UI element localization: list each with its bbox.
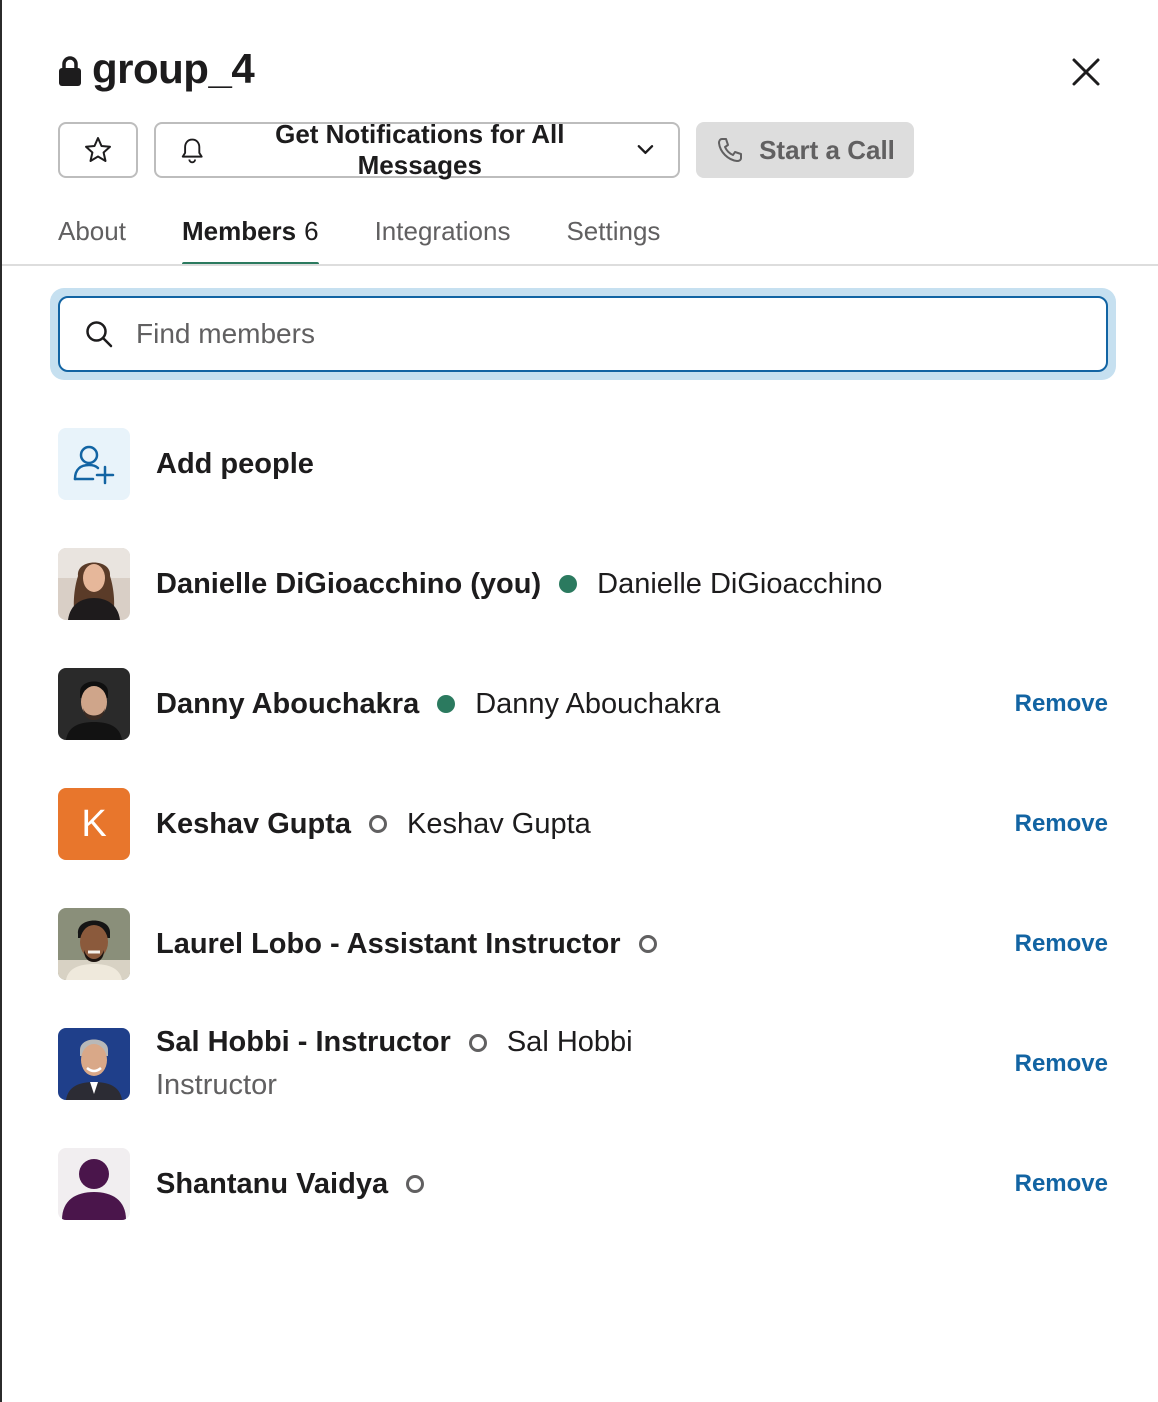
member-name: Shantanu Vaidya — [156, 1167, 389, 1200]
presence-away-icon — [406, 1175, 425, 1193]
member-row[interactable]: Laurel Lobo - Assistant Instructor Remov… — [58, 908, 1108, 980]
find-members-input[interactable] — [136, 318, 1036, 350]
channel-title: group_4 — [92, 45, 255, 92]
tab-about[interactable]: About — [58, 212, 126, 266]
avatar — [58, 1028, 130, 1100]
bell-icon — [181, 138, 203, 164]
add-people-row[interactable]: Add people — [58, 428, 1108, 500]
tab-integrations[interactable]: Integrations — [375, 212, 511, 266]
star-channel-button[interactable] — [58, 122, 138, 178]
remove-member-button[interactable]: Remove — [1015, 690, 1108, 718]
member-row[interactable]: Danielle DiGioacchino (you) Danielle DiG… — [58, 548, 1108, 620]
avatar — [58, 908, 130, 980]
member-name: Danielle DiGioacchino (you) — [156, 567, 542, 600]
member-display-name: Sal Hobbi — [506, 1026, 633, 1058]
remove-member-button[interactable]: Remove — [1015, 1050, 1108, 1078]
phone-icon — [718, 138, 743, 162]
avatar — [58, 668, 130, 740]
member-row[interactable]: K Keshav Gupta Keshav Gupta Remove — [58, 788, 1108, 860]
members-count: 6 — [304, 216, 319, 246]
channel-toolbar: Get Notifications for All Messages Start… — [58, 119, 914, 180]
start-call-button[interactable]: Start a Call — [696, 122, 914, 178]
channel-details-dialog: group_4 Get Notifications for All Messag… — [2, 0, 1158, 1402]
tab-settings[interactable]: Settings — [566, 212, 660, 266]
search-focus-ring — [50, 288, 1116, 380]
presence-away-icon — [468, 1033, 487, 1052]
member-row[interactable]: Danny Abouchakra Danny Abouchakra Remove — [58, 668, 1108, 740]
start-call-label: Start a Call — [759, 134, 895, 165]
member-display-name: Danielle DiGioacchino — [597, 567, 883, 600]
avatar: K — [58, 788, 130, 860]
presence-away-icon — [369, 815, 387, 833]
add-people-label: Add people — [156, 447, 314, 480]
remove-member-button[interactable]: Remove — [1015, 930, 1108, 958]
lock-icon — [58, 51, 84, 87]
avatar — [58, 548, 130, 620]
chevron-down-icon — [637, 145, 654, 155]
star-icon — [85, 137, 111, 162]
remove-member-button[interactable]: Remove — [1015, 810, 1108, 838]
tabs-divider — [2, 264, 1158, 266]
member-name: Keshav Gupta — [156, 807, 351, 840]
find-members-search — [58, 296, 1108, 372]
presence-active-icon — [559, 575, 578, 593]
member-name: Laurel Lobo - Assistant Instructor — [156, 927, 621, 960]
search-icon — [86, 321, 113, 348]
member-row[interactable]: Shantanu Vaidya Remove — [58, 1148, 1108, 1220]
notification-preferences-button[interactable]: Get Notifications for All Messages — [154, 119, 680, 180]
member-name: Sal Hobbi - Instructor — [156, 1026, 451, 1058]
presence-away-icon — [638, 935, 657, 953]
add-person-icon — [58, 428, 130, 500]
details-tabs: About Members 6 Integrations Settings — [58, 212, 716, 266]
member-name: Danny Abouchakra — [156, 687, 420, 720]
avatar-initial: K — [81, 802, 107, 845]
close-icon — [1072, 58, 1100, 86]
tab-members[interactable]: Members 6 — [181, 212, 319, 266]
close-button[interactable] — [1066, 56, 1106, 92]
member-display-name: Danny Abouchakra — [475, 687, 721, 720]
notification-preferences-label: Get Notifications for All Messages — [275, 119, 565, 180]
dialog-header: group_4 — [58, 44, 255, 94]
member-row[interactable]: Sal Hobbi - Instructor Sal Hobbi Instruc… — [58, 1026, 1108, 1101]
presence-active-icon — [437, 695, 456, 713]
remove-member-button[interactable]: Remove — [1015, 1170, 1108, 1198]
default-avatar-icon — [58, 1148, 130, 1220]
member-display-name: Keshav Gupta — [407, 807, 591, 840]
member-title: Instructor — [156, 1069, 277, 1101]
